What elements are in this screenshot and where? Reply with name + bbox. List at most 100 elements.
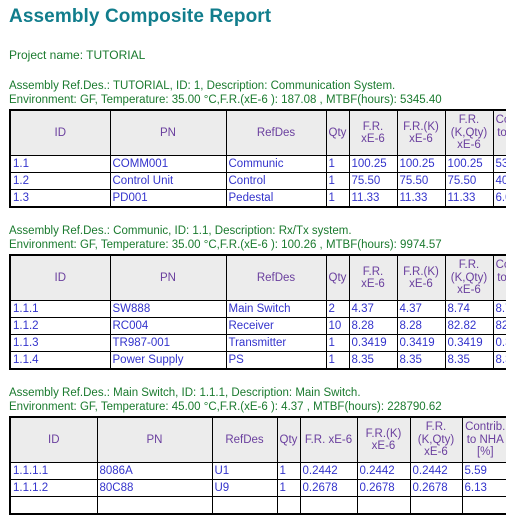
cell-fr: 75.50 xyxy=(348,172,398,190)
table-row xyxy=(9,496,506,515)
cell-id: 1.1.3 xyxy=(9,334,111,352)
cell-contrib: 53.59 xyxy=(492,155,506,173)
cell-frk: 11.33 xyxy=(396,189,446,208)
cell-refdes: PS xyxy=(225,351,327,370)
table-header-row: ID PN RefDes Qty F.R. xE-6 F.R.(K) xE-6 … xyxy=(9,109,506,156)
header-line: [%] xyxy=(496,139,506,152)
header-line: to NHA xyxy=(497,126,506,139)
assembly-section-1: Assembly Ref.Des.: TUTORIAL, ID: 1, Desc… xyxy=(0,80,506,208)
cell-frk: 4.37 xyxy=(396,300,446,318)
assembly-section-3: Assembly Ref.Des.: Main Switch, ID: 1.1.… xyxy=(0,387,506,515)
cell-id: 1.1.2 xyxy=(9,317,111,335)
table-row: 1.1.1 SW888 Main Switch 2 4.37 4.37 8.74… xyxy=(9,300,506,318)
project-name-line: Project name: TUTORIAL xyxy=(9,48,146,62)
header-line: PN xyxy=(146,433,163,446)
cell-fr: 100.25 xyxy=(348,155,398,173)
cell-frk: 75.50 xyxy=(396,172,446,190)
cell-id: 1.1 xyxy=(9,155,111,173)
cell-fr: 11.33 xyxy=(348,189,398,208)
cell-frkqty xyxy=(409,496,463,515)
column-header-contrib: Contrib. to NHA [%] xyxy=(492,254,506,301)
column-header-fr: F.R. xE-6 xyxy=(348,109,398,156)
cell-pn xyxy=(96,496,213,515)
header-line: Contrib. xyxy=(495,114,506,127)
cell-contrib: 40.36 xyxy=(492,172,506,190)
environment-line: Environment: GF, Temperature: 35.00 °C,F… xyxy=(9,238,442,251)
header-line: Contrib. xyxy=(495,259,506,272)
header-line: F.R. xyxy=(458,259,480,272)
cell-contrib: 8.72 xyxy=(492,300,506,318)
cell-frk xyxy=(356,496,411,515)
cell-id xyxy=(9,496,98,515)
table-row: 1.1.1.2 80C88 U9 1 0.2678 0.2678 0.2678 … xyxy=(9,479,506,497)
cell-frk: 0.2678 xyxy=(356,479,411,497)
cell-pn: PD001 xyxy=(109,189,227,208)
cell-qty: 2 xyxy=(325,300,350,318)
header-line: xE-6 xyxy=(424,446,448,459)
cell-contrib: 6.13 xyxy=(461,479,506,497)
cell-frkqty: 8.35 xyxy=(444,351,494,370)
environment-line: Environment: GF, Temperature: 45.00 °C,F… xyxy=(9,400,442,413)
column-header-contrib: Contrib. to NHA [%] xyxy=(492,109,506,156)
header-line: F.R. xyxy=(362,265,384,278)
header-line: (K,Qty) xyxy=(417,433,455,446)
cell-refdes: Pedestal xyxy=(225,189,327,208)
column-header-id: ID xyxy=(9,109,111,156)
header-line: [%] xyxy=(476,446,494,459)
column-header-refdes: RefDes xyxy=(211,416,278,463)
column-header-fr: F.R. xE-6 xyxy=(299,416,358,463)
header-line: PN xyxy=(160,126,176,139)
cell-id: 1.1.1 xyxy=(9,300,111,318)
column-header-contrib: Contrib. to NHA [%] xyxy=(461,416,506,463)
cell-contrib: 8.33 xyxy=(492,351,506,370)
cell-frkqty: 0.2678 xyxy=(409,479,463,497)
cell-contrib: 5.59 xyxy=(461,462,506,480)
cell-frkqty: 100.25 xyxy=(444,155,494,173)
cell-id: 1.3 xyxy=(9,189,111,208)
cell-frk: 8.28 xyxy=(396,317,446,335)
cell-frk: 0.3419 xyxy=(396,334,446,352)
cell-qty xyxy=(276,496,301,515)
column-header-pn: PN xyxy=(109,109,227,156)
cell-frkqty: 11.33 xyxy=(444,189,494,208)
table-header-row: ID PN RefDes Qty F.R. xE-6 F.R.(K) xE-6 … xyxy=(9,254,506,301)
header-line: (K,Qty) xyxy=(450,126,488,139)
header-line: xE-6 xyxy=(457,284,481,297)
cell-id: 1.2 xyxy=(9,172,111,190)
table-row: 1.2 Control Unit Control 1 75.50 75.50 7… xyxy=(9,172,506,190)
header-line: RefDes xyxy=(225,433,264,446)
cell-fr: 0.2442 xyxy=(299,462,358,480)
cell-pn: RC004 xyxy=(109,317,227,335)
cell-refdes: Transmitter xyxy=(225,334,327,352)
column-header-fr: F.R. xE-6 xyxy=(348,254,398,301)
cell-refdes: Main Switch xyxy=(225,300,327,318)
table-row: 1.1 COMM001 Communic 1 100.25 100.25 100… xyxy=(9,155,506,173)
cell-frkqty: 8.74 xyxy=(444,300,494,318)
cell-contrib xyxy=(461,496,506,515)
header-line: Contrib. xyxy=(465,421,506,434)
header-line: F.R. xyxy=(425,421,447,434)
table-header-row: ID PN RefDes Qty F.R. xE-6 F.R.(K) xE-6 … xyxy=(9,416,506,463)
table-row: 1.1.1.1 8086A U1 1 0.2442 0.2442 0.2442 … xyxy=(9,462,506,480)
header-line: Qty xyxy=(328,271,347,284)
cell-frkqty: 75.50 xyxy=(444,172,494,190)
column-header-frk: F.R.(K) xE-6 xyxy=(396,254,446,301)
cell-refdes: Receiver xyxy=(225,317,327,335)
assembly-table-2: ID PN RefDes Qty F.R. xE-6 F.R.(K) xE-6 … xyxy=(9,254,506,370)
header-line: F.R.(K) xyxy=(403,265,439,278)
header-line: F.R. xyxy=(458,114,480,127)
cell-fr: 0.3419 xyxy=(348,334,398,352)
cell-pn: Control Unit xyxy=(109,172,227,190)
header-line: F.R. xyxy=(362,120,384,133)
column-header-frkqty: F.R. (K,Qty) xE-6 xyxy=(409,416,463,463)
cell-id: 1.1.1.2 xyxy=(9,479,98,497)
cell-qty: 1 xyxy=(325,189,350,208)
header-line: (K,Qty) xyxy=(450,271,488,284)
column-header-pn: PN xyxy=(96,416,213,463)
cell-qty: 1 xyxy=(276,462,301,480)
page-title: Assembly Composite Report xyxy=(9,6,272,27)
header-line: RefDes xyxy=(256,271,296,284)
assembly-table-3: ID PN RefDes Qty F.R. xE-6 F.R.(K) xE-6 … xyxy=(9,416,506,515)
cell-pn: 8086A xyxy=(96,462,213,480)
column-header-frk: F.R.(K) xE-6 xyxy=(396,109,446,156)
